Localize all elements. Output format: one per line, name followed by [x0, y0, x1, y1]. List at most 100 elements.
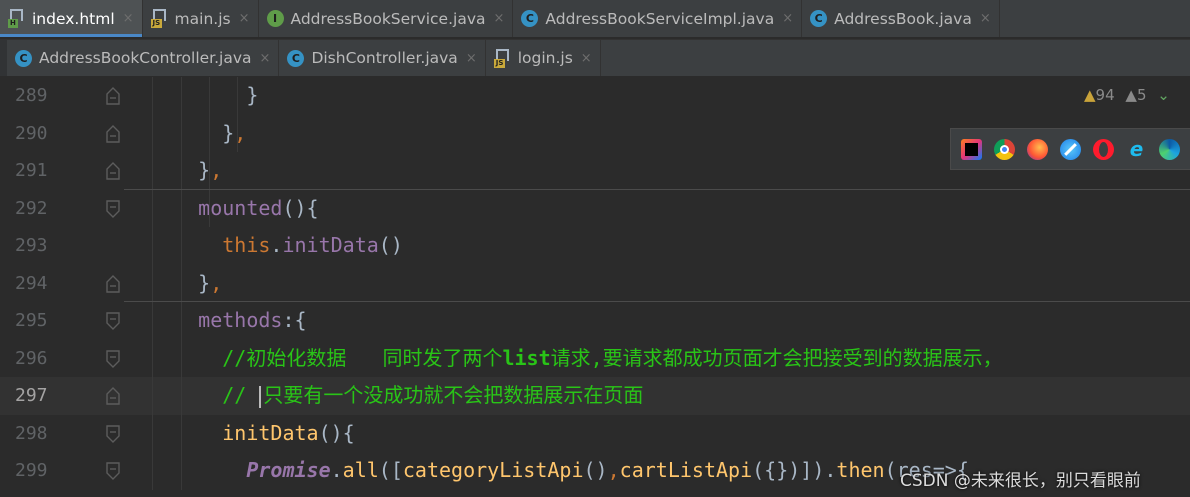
line-number[interactable]: 296 — [15, 340, 63, 378]
code-text[interactable]: Promise.all([categoryListApi(),cartListA… — [150, 452, 969, 490]
code-token: , — [210, 158, 223, 182]
code-token: then — [836, 458, 885, 482]
code-token: cartListApi — [619, 458, 753, 482]
tab-addressbookserviceimpl[interactable]: C AddressBookServiceImpl.java × — [513, 0, 803, 37]
close-icon[interactable]: × — [239, 11, 250, 26]
line-number[interactable]: 290 — [15, 115, 63, 153]
fold-end-icon[interactable] — [106, 387, 120, 405]
tab-addressbookcontroller[interactable]: C AddressBookController.java × — [7, 40, 280, 76]
intellij-icon[interactable] — [961, 138, 982, 160]
fold-start-icon[interactable] — [106, 199, 120, 218]
fold-start-icon[interactable] — [106, 312, 120, 330]
line-number[interactable]: 293 — [15, 227, 63, 265]
js-file-icon: JS — [493, 48, 511, 68]
code-text[interactable]: }, — [150, 115, 246, 153]
firefox-icon[interactable] — [1027, 138, 1048, 160]
open-in-browser-toolbar: e — [950, 128, 1190, 170]
fold-start-icon[interactable] — [106, 349, 120, 368]
code-line[interactable]: 298 initData(){ — [0, 415, 1190, 453]
code-line[interactable]: 289 } — [0, 77, 1190, 115]
code-text[interactable]: mounted(){ — [150, 190, 318, 228]
html-file-icon: H — [8, 9, 25, 28]
opera-icon[interactable] — [1093, 138, 1114, 160]
inspection-widget[interactable]: ▲94 ▲5 ⌄ — [1084, 86, 1170, 104]
chevron-down-icon[interactable]: ⌄ — [1157, 86, 1170, 104]
code-line[interactable]: 293 this.initData() — [0, 227, 1190, 265]
fold-start-icon[interactable] — [106, 462, 120, 480]
interface-icon: I — [266, 10, 284, 27]
tab-label: AddressBook.java — [834, 9, 972, 28]
tab-main-js[interactable]: JS main.js × — [143, 0, 259, 37]
line-number[interactable]: 291 — [15, 152, 63, 190]
code-token: 请求,要请求都成功页面才会把接受到的数据展示， — [550, 345, 1003, 370]
code-token: Promise — [246, 458, 331, 482]
code-text[interactable]: } — [150, 77, 258, 115]
warning-icon: ▲ — [1084, 86, 1096, 104]
code-text[interactable]: methods:{ — [150, 302, 307, 340]
code-text[interactable]: this.initData() — [150, 227, 403, 265]
code-text[interactable]: //初始化数据 同时发了两个list请求,要请求都成功页面才会把接受到的数据展示… — [150, 340, 1003, 378]
edge-icon[interactable] — [1159, 138, 1180, 160]
code-line[interactable]: 292 mounted(){ — [0, 190, 1190, 228]
code-line[interactable]: 295 methods:{ — [0, 302, 1190, 340]
ie-icon[interactable]: e — [1126, 138, 1147, 160]
line-number[interactable]: 297 — [15, 377, 63, 415]
class-icon: C — [287, 49, 305, 67]
code-token: () — [378, 233, 403, 257]
code-line[interactable]: 296 //初始化数据 同时发了两个list请求,要请求都成功页面才会把接受到的… — [0, 340, 1190, 378]
code-token: categoryListApi — [402, 458, 584, 482]
fold-end-icon[interactable] — [106, 87, 120, 105]
tab-addressbookservice[interactable]: I AddressBookService.java × — [259, 0, 514, 37]
warning-count: 94 — [1095, 86, 1115, 104]
line-number[interactable]: 289 — [15, 77, 63, 115]
tab-row-edge — [0, 40, 7, 76]
fold-end-icon[interactable] — [106, 124, 120, 143]
code-text[interactable]: }, — [150, 265, 222, 303]
class-icon: C — [521, 10, 539, 27]
close-icon[interactable]: × — [260, 51, 271, 66]
code-token: all — [342, 458, 379, 482]
code-token: :{ — [282, 308, 307, 332]
code-token: initData — [150, 420, 319, 445]
close-icon[interactable]: × — [581, 51, 592, 66]
line-number[interactable]: 294 — [15, 265, 63, 303]
tab-label: DishController.java — [311, 49, 458, 67]
code-token: (){ — [318, 420, 355, 445]
code-token: ({})]). — [752, 458, 837, 482]
close-icon[interactable]: × — [123, 11, 134, 26]
code-token: 只要有一个没成功就不会把数据展示在页面 — [263, 383, 644, 407]
code-token: , — [607, 458, 620, 482]
tab-login-js[interactable]: JS login.js × — [486, 40, 601, 76]
close-icon[interactable]: × — [980, 11, 991, 26]
fold-start-icon[interactable] — [106, 424, 120, 443]
tab-label: index.html — [32, 9, 115, 28]
fold-end-icon[interactable] — [106, 162, 120, 180]
line-number[interactable]: 298 — [15, 415, 63, 453]
fold-end-icon[interactable] — [106, 274, 120, 293]
code-token: this — [222, 233, 271, 257]
line-number[interactable]: 292 — [15, 190, 63, 228]
indent-guide — [181, 77, 182, 490]
line-number[interactable]: 295 — [15, 302, 63, 340]
code-line[interactable]: 297 // 只要有一个没成功就不会把数据展示在页面 — [0, 377, 1190, 415]
code-token: methods — [150, 308, 283, 332]
tab-addressbook[interactable]: C AddressBook.java × — [802, 0, 1000, 37]
chrome-icon[interactable] — [994, 138, 1015, 160]
indent-guide — [209, 77, 210, 227]
close-icon[interactable]: × — [782, 11, 793, 26]
code-token: ([ — [378, 458, 403, 482]
safari-icon[interactable] — [1060, 138, 1081, 160]
tab-dishcontroller[interactable]: C DishController.java × — [279, 40, 486, 76]
tab-index-html[interactable]: H index.html × — [0, 0, 143, 37]
indent-guide — [237, 77, 238, 152]
close-icon[interactable]: × — [466, 51, 477, 66]
indent-guide — [152, 77, 153, 490]
js-file-icon: JS — [150, 9, 168, 28]
code-line[interactable]: 294 }, — [0, 265, 1190, 303]
code-text[interactable]: }, — [150, 152, 222, 190]
editor-tabs-row-1: H index.html × JS main.js × I AddressBoo… — [0, 0, 1190, 37]
weak-warning-icon: ▲ — [1125, 86, 1137, 104]
code-text[interactable]: // 只要有一个没成功就不会把数据展示在页面 — [150, 377, 643, 415]
line-number[interactable]: 299 — [15, 452, 63, 490]
close-icon[interactable]: × — [494, 11, 505, 26]
